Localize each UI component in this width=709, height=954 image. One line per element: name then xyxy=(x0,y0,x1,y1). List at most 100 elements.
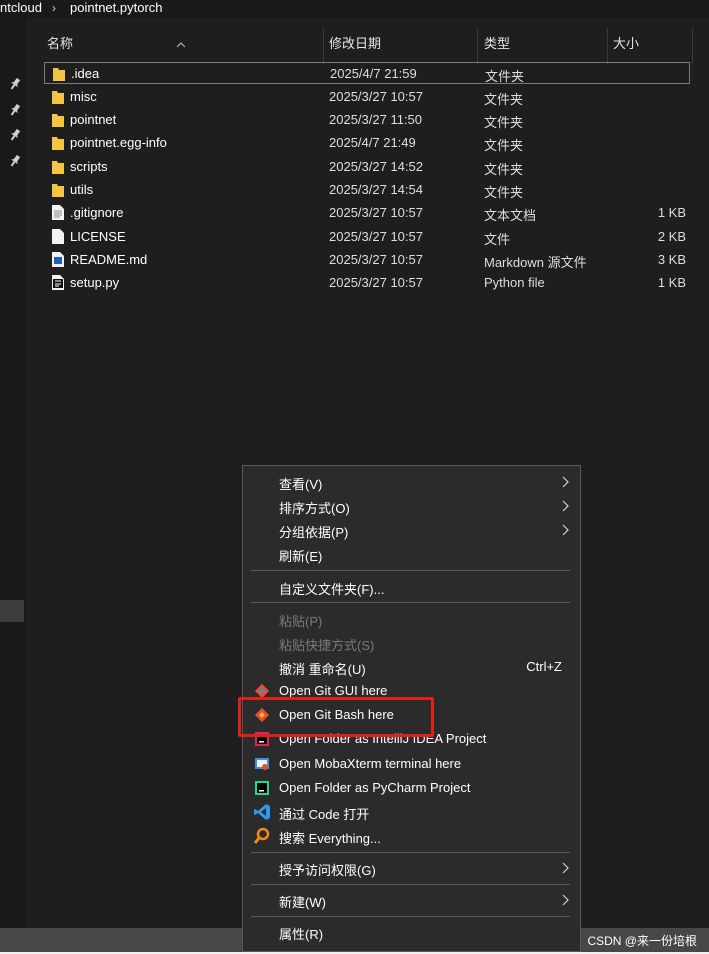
sort-ascending-icon xyxy=(177,42,185,48)
navigation-pane[interactable] xyxy=(0,18,26,928)
file-row[interactable]: LICENSE 2025/3/27 10:57 文件 2 KB xyxy=(44,226,690,248)
menu-item-grant-access[interactable]: 授予访问权限(G) xyxy=(243,857,580,879)
folder-icon xyxy=(53,66,65,81)
file-type: 文件夹 xyxy=(484,138,524,153)
file-name: pointnet xyxy=(70,112,117,127)
pin-icon[interactable] xyxy=(10,155,20,167)
menu-item-label: Open Git GUI here xyxy=(279,683,388,698)
python-file-icon xyxy=(52,275,64,290)
menu-separator xyxy=(251,602,570,603)
column-header-type[interactable]: 类型 xyxy=(484,33,510,52)
file-row[interactable]: setup.py 2025/3/27 10:57 Python file 1 K… xyxy=(44,272,690,294)
breadcrumb-current[interactable]: pointnet.pytorch xyxy=(70,0,163,16)
menu-item-properties[interactable]: 属性(R) xyxy=(243,921,580,943)
column-divider[interactable] xyxy=(607,28,608,64)
file-type: 文件夹 xyxy=(484,115,524,130)
menu-item-vscode[interactable]: 通过 Code 打开 xyxy=(243,801,580,823)
file-row[interactable]: pointnet.egg-info 2025/4/7 21:49 文件夹 xyxy=(44,132,690,154)
menu-item-label: 自定义文件夹(F)... xyxy=(279,582,385,597)
file-name: misc xyxy=(70,89,97,104)
file-type: 文件夹 xyxy=(484,185,524,200)
file-date: 2025/3/27 11:50 xyxy=(329,112,423,127)
column-header-size[interactable]: 大小 xyxy=(613,33,639,52)
file-name: pointnet.egg-info xyxy=(70,135,167,150)
pin-icon[interactable] xyxy=(10,78,20,90)
file-row[interactable]: utils 2025/3/27 14:54 文件夹 xyxy=(44,179,690,201)
navigation-selected-item[interactable] xyxy=(0,600,24,622)
file-date: 2025/3/27 14:54 xyxy=(329,182,423,197)
menu-item-group[interactable]: 分组依据(P) xyxy=(243,519,580,541)
menu-item-everything[interactable]: 搜索 Everything... xyxy=(243,825,580,847)
file-date: 2025/3/27 10:57 xyxy=(329,229,423,244)
file-type: 文件夹 xyxy=(484,162,524,177)
menu-separator xyxy=(251,852,570,853)
file-type: 文件夹 xyxy=(484,92,524,107)
file-name: scripts xyxy=(70,159,108,174)
column-header-date[interactable]: 修改日期 xyxy=(329,33,381,52)
file-row[interactable]: pointnet 2025/3/27 11:50 文件夹 xyxy=(44,109,690,131)
menu-item-paste-shortcut: 粘贴快捷方式(S) xyxy=(243,632,580,654)
menu-item-label: 排序方式(O) xyxy=(279,501,350,516)
chevron-right-icon xyxy=(562,500,569,512)
menu-separator xyxy=(251,570,570,571)
menu-item-mobaxterm[interactable]: Open MobaXterm terminal here xyxy=(243,753,580,775)
menu-item-label: 粘贴快捷方式(S) xyxy=(279,638,375,653)
menu-item-customize-folder[interactable]: 自定义文件夹(F)... xyxy=(243,576,580,598)
pin-icon[interactable] xyxy=(10,104,20,116)
column-divider[interactable] xyxy=(477,28,478,64)
folder-icon xyxy=(52,182,64,197)
menu-item-label: 搜索 Everything... xyxy=(279,831,381,846)
file-date: 2025/3/27 10:57 xyxy=(329,275,423,290)
folder-icon xyxy=(52,159,64,174)
breadcrumb-parent[interactable]: ntcloud xyxy=(0,0,42,16)
menu-item-label: 新建(W) xyxy=(279,895,326,910)
file-type: 文件 xyxy=(484,232,511,247)
menu-item-label: 属性(R) xyxy=(279,927,324,942)
breadcrumb: ntcloud › pointnet.pytorch xyxy=(0,0,709,18)
text-file-icon xyxy=(52,205,64,220)
menu-item-paste: 粘贴(P) xyxy=(243,608,580,630)
chevron-right-icon xyxy=(562,862,569,874)
file-row[interactable]: .gitignore 2025/3/27 10:57 文本文档 1 KB xyxy=(44,202,690,224)
menu-item-new[interactable]: 新建(W) xyxy=(243,889,580,911)
watermark: CSDN @来一份培根 xyxy=(587,934,697,948)
menu-item-refresh[interactable]: 刷新(E) xyxy=(243,543,580,565)
file-row[interactable]: scripts 2025/3/27 14:52 文件夹 xyxy=(44,156,690,178)
file-type: 文本文档 xyxy=(484,208,537,223)
folder-icon xyxy=(52,112,64,127)
pin-icon[interactable] xyxy=(10,129,20,141)
menu-item-undo-rename[interactable]: 撤消 重命名(U) Ctrl+Z xyxy=(243,656,580,678)
menu-item-pycharm[interactable]: Open Folder as PyCharm Project xyxy=(243,777,580,799)
file-size: 1 KB xyxy=(657,275,686,290)
menu-item-sort[interactable]: 排序方式(O) xyxy=(243,495,580,517)
menu-item-view[interactable]: 查看(V) xyxy=(243,471,580,493)
file-name: .idea xyxy=(71,66,100,81)
markdown-file-icon xyxy=(52,252,64,267)
menu-item-label: 通过 Code 打开 xyxy=(279,807,370,822)
highlight-annotation-box xyxy=(238,697,434,737)
blank-file-icon xyxy=(52,229,64,244)
file-type: Markdown 源文件 xyxy=(484,255,587,270)
breadcrumb-separator-icon: › xyxy=(52,1,56,15)
column-divider[interactable] xyxy=(692,28,693,64)
file-size: 2 KB xyxy=(657,229,686,244)
file-name: LICENSE xyxy=(70,229,126,244)
menu-item-label: Open MobaXterm terminal here xyxy=(279,756,462,771)
file-date: 2025/3/27 10:57 xyxy=(329,89,423,104)
file-row[interactable]: README.md 2025/3/27 10:57 Markdown 源文件 3… xyxy=(44,249,690,271)
column-header-name[interactable]: 名称 xyxy=(47,33,73,52)
file-row[interactable]: misc 2025/3/27 10:57 文件夹 xyxy=(44,86,690,108)
file-date: 2025/3/27 10:57 xyxy=(329,252,423,267)
column-header-row: 名称 修改日期 类型 大小 xyxy=(0,18,709,64)
menu-item-label: 授予访问权限(G) xyxy=(279,863,376,878)
file-date: 2025/4/7 21:49 xyxy=(329,135,416,150)
file-size: 3 KB xyxy=(657,252,686,267)
file-date: 2025/3/27 10:57 xyxy=(329,205,423,220)
vscode-icon xyxy=(253,803,271,821)
column-divider[interactable] xyxy=(323,28,324,64)
file-date: 2025/3/27 14:52 xyxy=(329,159,423,174)
menu-item-shortcut: Ctrl+Z xyxy=(526,659,562,674)
chevron-right-icon xyxy=(562,524,569,536)
file-row[interactable]: .idea 2025/4/7 21:59 文件夹 xyxy=(44,62,690,84)
pycharm-icon xyxy=(253,779,271,797)
